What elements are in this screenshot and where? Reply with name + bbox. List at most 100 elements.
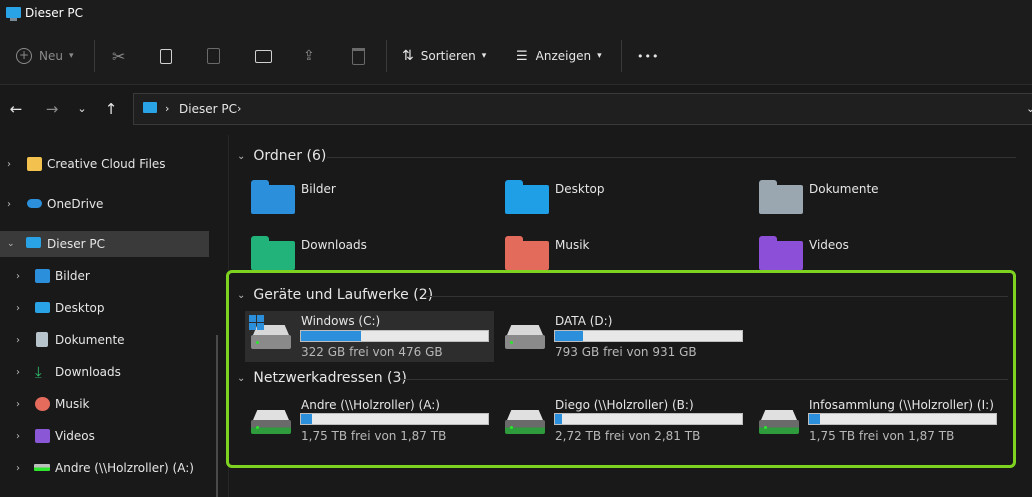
sidebar-item-label: Bilder: [55, 269, 90, 283]
chevron-right-icon[interactable]: ›: [7, 199, 11, 210]
sort-icon: ⇅: [402, 48, 414, 64]
download-icon: ⤓: [35, 363, 42, 381]
separator: [94, 40, 95, 72]
breadcrumb-item[interactable]: Dieser PC: [179, 102, 237, 116]
sidebar-item-label: Downloads: [55, 365, 121, 379]
view-label: Anzeigen: [535, 49, 592, 63]
chevron-right-icon[interactable]: ›: [16, 367, 20, 378]
sidebar-item-label: OneDrive: [47, 197, 104, 211]
documents-icon: [36, 332, 48, 347]
chevron-right-icon[interactable]: ›: [16, 303, 20, 314]
sidebar-item-downloads[interactable]: › ⤓ Downloads: [0, 359, 209, 385]
folder-label: Videos: [809, 238, 849, 252]
title-bar: Dieser PC: [0, 0, 1032, 28]
sort-button[interactable]: ⇅ Sortieren ▾: [402, 28, 486, 84]
view-button[interactable]: ☰ Anzeigen ▾: [516, 28, 602, 84]
videos-folder-icon: [759, 236, 803, 270]
network-drive-icon: [34, 464, 50, 471]
breadcrumb-chevron-icon[interactable]: ›: [237, 102, 241, 115]
chevron-right-icon[interactable]: ›: [16, 431, 20, 442]
sidebar-item-documents[interactable]: › Dokumente: [0, 327, 209, 353]
downloads-folder-icon: [251, 236, 295, 270]
desktop-folder-icon: [505, 180, 549, 214]
group-header-folders[interactable]: ⌄ Ordner (6): [237, 148, 326, 164]
pictures-folder-icon: [251, 180, 295, 214]
computer-icon: [143, 102, 157, 113]
documents-folder-icon: [759, 180, 803, 214]
recent-chevron-icon[interactable]: ⌄: [72, 99, 92, 119]
copy-icon: [160, 48, 172, 64]
new-label: Neu: [39, 49, 63, 63]
window-title: Dieser PC: [25, 6, 83, 20]
sidebar-item-desktop[interactable]: › Desktop: [0, 295, 209, 321]
sidebar-item-videos[interactable]: › Videos: [0, 423, 209, 449]
sidebar-item-pictures[interactable]: › Bilder: [0, 263, 209, 289]
sidebar: › Creative Cloud Files › OneDrive ⌄ Dies…: [0, 135, 226, 497]
folder-label: Desktop: [555, 182, 605, 196]
sidebar-scrollbar[interactable]: [216, 335, 218, 497]
sidebar-item-label: Videos: [55, 429, 95, 443]
scissors-icon: ✂: [112, 46, 126, 66]
command-bar: + Neu ▾ ✂ ⇪ ⇅ Sortieren ▾ ☰ Anzeigen ▾ •…: [0, 28, 1032, 85]
sidebar-item-music[interactable]: › Musik: [0, 391, 209, 417]
chevron-down-icon[interactable]: ⌄: [7, 239, 15, 249]
computer-icon: [26, 237, 41, 248]
folder-label: Musik: [555, 238, 590, 252]
folder-label: Downloads: [301, 238, 367, 252]
chevron-right-icon[interactable]: ›: [16, 271, 20, 282]
cut-button[interactable]: ✂: [112, 28, 125, 84]
rename-icon: [255, 49, 272, 63]
desktop-icon: [35, 302, 50, 313]
new-button[interactable]: + Neu ▾: [16, 28, 74, 84]
pictures-icon: [35, 269, 50, 283]
breadcrumb-separator: ›: [165, 102, 170, 115]
chevron-right-icon[interactable]: ›: [7, 159, 11, 170]
computer-icon: [6, 7, 21, 21]
copy-button[interactable]: [160, 28, 172, 84]
chevron-right-icon[interactable]: ›: [16, 399, 20, 410]
address-dropdown-icon[interactable]: ⌄: [1026, 102, 1032, 115]
chevron-down-icon: ▾: [597, 51, 602, 61]
sidebar-item-network-drive-a[interactable]: › Andre (\\Holzroller) (A:): [0, 455, 209, 481]
sidebar-item-label: Desktop: [55, 301, 105, 315]
separator: [621, 40, 622, 72]
music-icon: [35, 397, 50, 411]
sort-label: Sortieren: [420, 49, 476, 63]
up-arrow-icon[interactable]: ↑: [101, 99, 121, 119]
clipboard-icon: [207, 48, 220, 64]
folder-label: Bilder: [301, 182, 336, 196]
rename-button[interactable]: [255, 28, 272, 84]
group-title: Ordner (6): [253, 148, 327, 164]
sidebar-item-onedrive[interactable]: › OneDrive: [0, 191, 209, 217]
forward-arrow-icon[interactable]: →: [42, 99, 62, 119]
music-folder-icon: [505, 236, 549, 270]
address-bar[interactable]: › Dieser PC › ⌄: [133, 93, 1032, 125]
chevron-right-icon[interactable]: ›: [16, 463, 20, 474]
chevron-down-icon: ▾: [68, 51, 74, 61]
sidebar-item-label: Andre (\\Holzroller) (A:): [55, 461, 194, 475]
delete-button[interactable]: [352, 28, 365, 84]
sidebar-item-label: Musik: [55, 397, 90, 411]
chevron-down-icon: ▾: [481, 51, 487, 61]
more-button[interactable]: •••: [637, 28, 659, 84]
plus-circle-icon: +: [16, 48, 32, 64]
chevron-right-icon[interactable]: ›: [16, 335, 20, 346]
videos-icon: [35, 429, 50, 443]
trash-icon: [352, 47, 365, 65]
share-button[interactable]: ⇪: [303, 28, 315, 84]
view-icon: ☰: [516, 48, 528, 64]
sidebar-item-label: Dokumente: [55, 333, 125, 347]
sidebar-item-creative-cloud[interactable]: › Creative Cloud Files: [0, 151, 209, 177]
creative-cloud-icon: [27, 157, 42, 171]
cloud-icon: [27, 199, 42, 208]
folder-label: Dokumente: [809, 182, 879, 196]
group-divider: [327, 157, 1016, 158]
highlight-frame: [226, 270, 1016, 468]
sidebar-item-label: Dieser PC: [47, 237, 105, 251]
paste-button[interactable]: [207, 28, 220, 84]
sidebar-item-this-pc[interactable]: ⌄ Dieser PC: [0, 231, 209, 257]
back-arrow-icon[interactable]: ←: [6, 99, 26, 119]
separator: [386, 40, 387, 72]
chevron-down-icon[interactable]: ⌄: [237, 151, 245, 162]
sidebar-item-label: Creative Cloud Files: [47, 157, 166, 171]
